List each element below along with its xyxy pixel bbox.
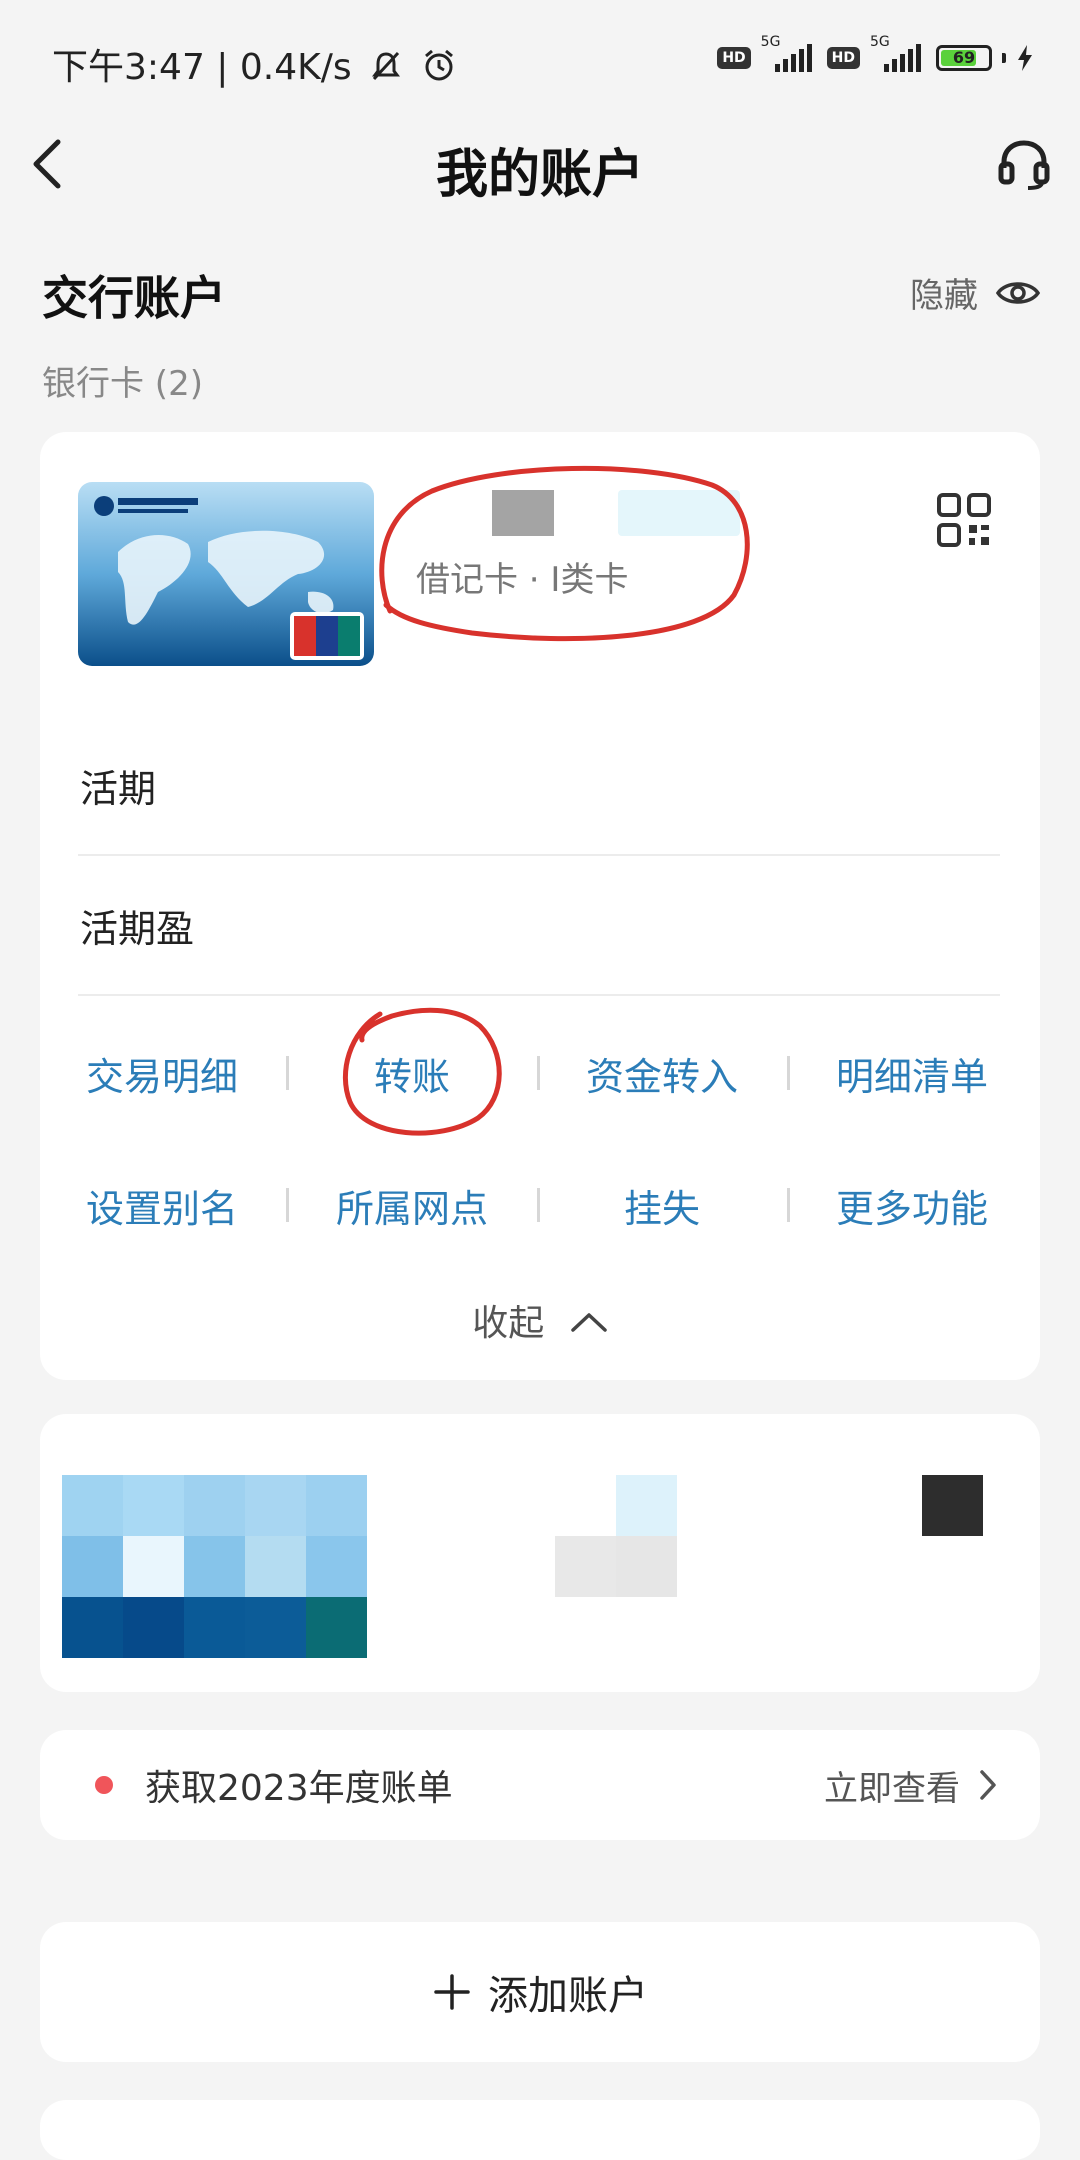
hide-label: 隐藏 — [910, 276, 978, 316]
more-functions-button[interactable]: 更多功能 — [792, 1178, 1032, 1233]
redacted-card-number — [492, 490, 554, 536]
divider — [78, 854, 1000, 856]
redacted-card-tail — [618, 490, 740, 536]
bank-card-panel: 借记卡 · I类卡 活期 活期盈 交易明细 转账 资金转入 明细清单 设置别名 … — [40, 432, 1040, 1380]
fund-transfer-in-button[interactable]: 资金转入 — [542, 1046, 782, 1101]
customer-service-button[interactable] — [996, 136, 1052, 192]
signal-icon-2: 5G — [870, 34, 926, 72]
annual-bill-banner[interactable]: 获取2023年度账单 立即查看 — [40, 1730, 1040, 1840]
report-loss-button[interactable]: 挂失 — [542, 1178, 782, 1233]
chevron-right-icon — [980, 1770, 996, 1800]
second-bank-card-panel[interactable] — [40, 1414, 1040, 1692]
status-icons: HD 5G HD 5G 69 — [717, 34, 1034, 72]
set-alias-button[interactable]: 设置别名 — [42, 1178, 282, 1233]
charging-icon — [1018, 45, 1032, 71]
transfer-button[interactable]: 转账 — [292, 1046, 532, 1101]
hd-badge-2: HD — [826, 47, 860, 69]
pixelated-card-content — [62, 1475, 983, 1658]
plus-icon — [434, 1974, 470, 2010]
next-card-peek — [40, 2100, 1040, 2160]
status-time: 下午3:47 | 0.4K/s — [52, 38, 457, 90]
account-item-current[interactable]: 活期 — [80, 758, 156, 813]
headset-icon — [998, 140, 1050, 190]
hd-badge: HD — [717, 47, 751, 69]
card-type-label: 借记卡 · I类卡 — [416, 560, 629, 600]
annual-bill-text: 获取2023年度账单 — [145, 1768, 453, 1809]
chevron-up-icon — [570, 1313, 607, 1332]
eye-icon — [996, 281, 1040, 304]
view-now-label: 立即查看 — [824, 1768, 960, 1809]
bank-card-image[interactable] — [78, 482, 374, 666]
account-item-current-plus[interactable]: 活期盈 — [80, 898, 194, 953]
statement-list-button[interactable]: 明细清单 — [792, 1046, 1032, 1101]
signal-icon: 5G — [761, 34, 817, 72]
card-count: 银行卡 (2) — [42, 364, 203, 404]
battery-icon: 69 — [936, 45, 992, 71]
alarm-icon — [424, 49, 453, 81]
qr-code-icon — [937, 493, 991, 547]
collapse-button[interactable]: 收起 — [40, 1294, 1040, 1346]
qr-code-button[interactable] — [936, 492, 992, 548]
section-title: 交行账户 — [42, 271, 226, 325]
mute-bell-icon — [372, 51, 401, 81]
page-title: 我的账户 — [435, 145, 644, 205]
divider — [78, 994, 1000, 996]
view-now-link[interactable]: 立即查看 — [824, 1761, 998, 1810]
add-account-label: 添加账户 — [488, 1973, 648, 2019]
transaction-detail-button[interactable]: 交易明细 — [42, 1046, 282, 1101]
notice-dot — [95, 1776, 113, 1794]
branch-button[interactable]: 所属网点 — [292, 1178, 532, 1233]
collapse-label: 收起 — [472, 1303, 545, 1344]
add-account-button[interactable]: 添加账户 — [40, 1922, 1040, 2062]
hide-balance-toggle[interactable]: 隐藏 — [910, 268, 1040, 317]
